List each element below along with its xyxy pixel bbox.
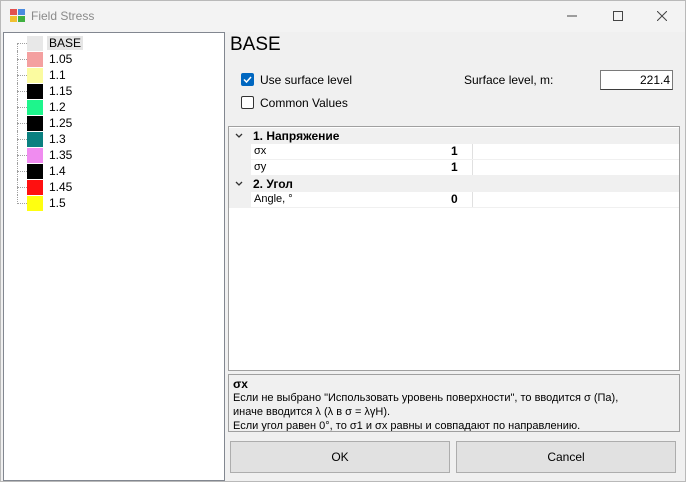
color-swatch bbox=[27, 148, 43, 163]
tree-item-label: 1.1 bbox=[49, 68, 66, 82]
color-swatch bbox=[27, 36, 43, 51]
tree-item-label: 1.2 bbox=[49, 100, 66, 114]
property-name: σx bbox=[251, 144, 473, 160]
category-row[interactable]: 1. Напряжение bbox=[229, 128, 679, 144]
color-swatch bbox=[27, 164, 43, 179]
tree-item[interactable]: 1.35 bbox=[4, 147, 204, 163]
tree-item[interactable]: 1.25 bbox=[4, 115, 204, 131]
close-button[interactable] bbox=[639, 1, 685, 32]
property-description: σx Если не выбрано "Использовать уровень… bbox=[228, 374, 680, 432]
property-value[interactable]: 1 bbox=[448, 144, 679, 160]
color-swatch bbox=[27, 84, 43, 99]
category-label: 1. Напряжение bbox=[253, 129, 340, 143]
tree-item-label: 1.3 bbox=[49, 132, 66, 146]
maximize-icon bbox=[613, 10, 623, 24]
category-row[interactable]: 2. Угол bbox=[229, 176, 679, 192]
property-value[interactable]: 0 bbox=[448, 192, 679, 208]
property-grid[interactable]: 1. Напряжение σx 1 σy 1 2. Угол Angle, °… bbox=[228, 126, 680, 371]
property-name: Angle, ° bbox=[251, 192, 473, 208]
tree-item-label: 1.5 bbox=[49, 196, 66, 210]
ok-button[interactable]: OK bbox=[230, 441, 450, 473]
level-tree[interactable]: BASE 1.05 1.1 1.15 1.2 1.25 1.3 1.35 1.4… bbox=[3, 32, 225, 481]
property-row-sx[interactable]: σx 1 bbox=[229, 144, 679, 160]
tree-item[interactable]: BASE bbox=[4, 35, 204, 51]
minimize-icon bbox=[567, 10, 577, 24]
surface-level-input[interactable] bbox=[600, 70, 673, 90]
description-line: иначе вводится λ (λ в σ = λγH). bbox=[233, 406, 391, 418]
category-label: 2. Угол bbox=[253, 177, 293, 191]
chevron-down-icon[interactable] bbox=[233, 129, 245, 143]
description-title: σx bbox=[233, 377, 248, 391]
field-stress-window: Field Stress BASE 1.05 1.1 1.15 1.2 1.25… bbox=[0, 0, 686, 482]
color-swatch bbox=[27, 100, 43, 115]
minimize-button[interactable] bbox=[549, 1, 595, 32]
property-value[interactable]: 1 bbox=[448, 160, 679, 176]
color-swatch bbox=[27, 132, 43, 147]
cancel-button[interactable]: Cancel bbox=[456, 441, 676, 473]
tree-item-label: 1.05 bbox=[49, 52, 73, 66]
tree-item-label: 1.4 bbox=[49, 164, 66, 178]
color-swatch bbox=[27, 180, 43, 195]
tree-item-label: 1.25 bbox=[49, 116, 73, 130]
close-icon bbox=[656, 10, 668, 24]
tree-item[interactable]: 1.05 bbox=[4, 51, 204, 67]
surface-level-label: Surface level, m: bbox=[464, 73, 554, 87]
window-title: Field Stress bbox=[31, 9, 95, 23]
tree-item[interactable]: 1.15 bbox=[4, 83, 204, 99]
color-swatch bbox=[27, 52, 43, 67]
tree-item[interactable]: 1.45 bbox=[4, 179, 204, 195]
tree-item-label: 1.45 bbox=[49, 180, 73, 194]
property-row-sy[interactable]: σy 1 bbox=[229, 160, 679, 176]
use-surface-level-label[interactable]: Use surface level bbox=[260, 73, 352, 87]
color-swatch bbox=[27, 116, 43, 131]
property-row-angle[interactable]: Angle, ° 0 bbox=[229, 192, 679, 208]
tree-item[interactable]: 1.3 bbox=[4, 131, 204, 147]
title-bar: Field Stress bbox=[1, 1, 685, 32]
chevron-down-icon[interactable] bbox=[233, 177, 245, 191]
property-name: σy bbox=[251, 160, 473, 176]
tree-item-label: 1.35 bbox=[49, 148, 73, 162]
use-surface-level-checkbox[interactable] bbox=[241, 73, 254, 86]
color-swatch bbox=[27, 196, 43, 211]
common-values-label[interactable]: Common Values bbox=[260, 96, 348, 110]
tree-item-label: 1.15 bbox=[49, 84, 73, 98]
description-line: Если не выбрано "Использовать уровень по… bbox=[233, 392, 619, 404]
common-values-checkbox[interactable] bbox=[241, 96, 254, 109]
maximize-button[interactable] bbox=[595, 1, 641, 32]
description-line: Если угол равен 0°, то σ1 и σx равны и с… bbox=[233, 420, 581, 432]
tree-item[interactable]: 1.1 bbox=[4, 67, 204, 83]
page-title: BASE bbox=[230, 34, 281, 55]
tree-item[interactable]: 1.2 bbox=[4, 99, 204, 115]
tree-item[interactable]: 1.5 bbox=[4, 195, 204, 211]
tree-item-label: BASE bbox=[47, 36, 84, 50]
tree-item[interactable]: 1.4 bbox=[4, 163, 204, 179]
color-swatch bbox=[27, 68, 43, 83]
app-grid-icon bbox=[10, 9, 25, 22]
